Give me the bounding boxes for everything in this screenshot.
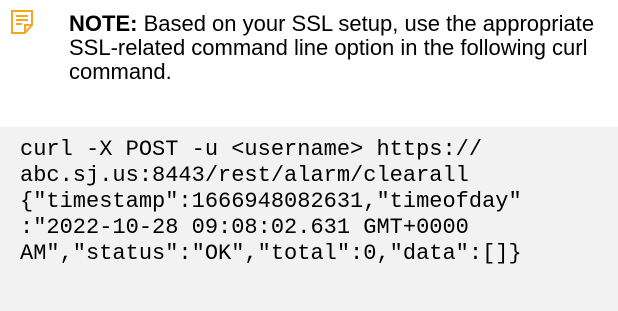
- note-label: NOTE:: [69, 11, 138, 36]
- code-line: {"timestamp":1666948082631,"timeofday": [20, 189, 522, 214]
- note-body: Based on your SSL setup, use the appropr…: [69, 11, 595, 84]
- code-line: AM","status":"OK","total":0,"data":[]}: [20, 241, 522, 266]
- code-line: curl -X POST -u <username> https://: [20, 137, 483, 162]
- note-text: NOTE: Based on your SSL setup, use the a…: [69, 12, 609, 84]
- code-line: :"2022-10-28 09:08:02.631 GMT+0000: [20, 215, 469, 240]
- code-content: curl -X POST -u <username> https:// abc.…: [20, 137, 606, 267]
- code-block: curl -X POST -u <username> https:// abc.…: [0, 127, 618, 311]
- note-callout: NOTE: Based on your SSL setup, use the a…: [0, 0, 618, 110]
- note-icon: [11, 10, 33, 34]
- code-line: abc.sj.us:8443/rest/alarm/clearall: [20, 163, 469, 188]
